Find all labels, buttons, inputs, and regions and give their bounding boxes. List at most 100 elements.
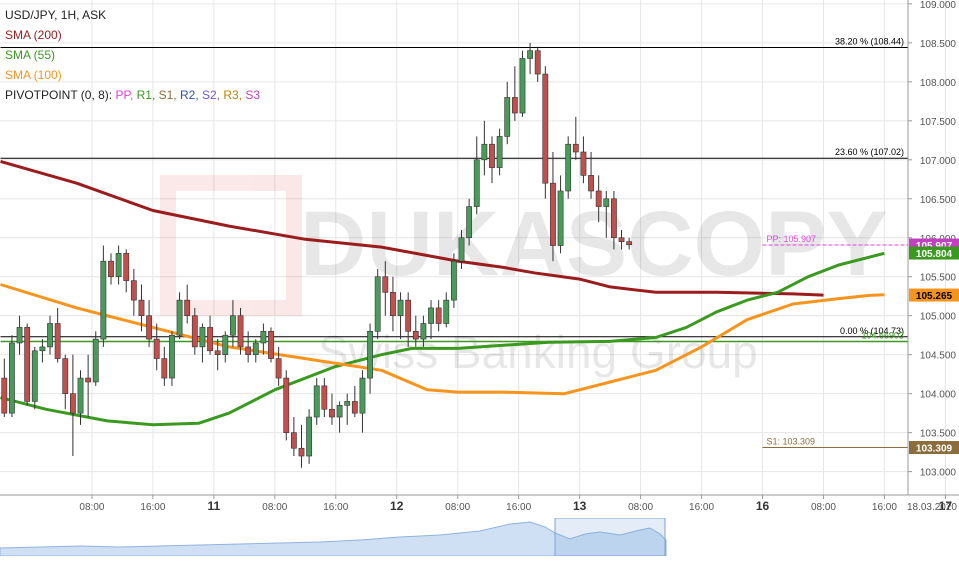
candle-body (69, 393, 76, 414)
candle (283, 370, 290, 441)
candle (268, 327, 274, 363)
candle-body (550, 182, 556, 246)
candle-body (359, 377, 366, 414)
candle-body (557, 190, 564, 246)
legend-sma55[interactable]: SMA (55) (5, 48, 55, 62)
candle-body (290, 432, 297, 449)
candle-body (412, 330, 419, 340)
y-tick-label: 105.000 (920, 312, 957, 323)
y-tick-label: 103.000 (920, 468, 957, 479)
candle-body (511, 97, 518, 114)
candle-body (9, 342, 15, 414)
x-tick-label: 18.03.2020 (907, 502, 957, 513)
legend-pivot-item: R2, (176, 88, 199, 102)
x-tick-label: 16:00 (140, 502, 165, 513)
candle-body (222, 334, 229, 355)
candle-body (473, 159, 480, 207)
candle (542, 66, 549, 199)
navigator-strip[interactable] (0, 518, 908, 556)
navigator-window[interactable] (554, 518, 666, 556)
candle-body (329, 408, 335, 418)
x-tick-label: 08:00 (445, 502, 470, 513)
price-tag: 105.804 (909, 246, 959, 260)
candle-body (108, 260, 114, 278)
candle-body (16, 327, 23, 344)
level-label: 38.20 % (108.44) (835, 37, 904, 47)
candle-body (504, 97, 511, 137)
candle-body (283, 377, 290, 433)
candle-body (298, 447, 305, 457)
candle-body (420, 323, 427, 340)
legend-pivot-item: S2, (198, 88, 221, 102)
candle-body (390, 292, 396, 317)
price-tags: 105.907105.804105.265103.309 (909, 238, 959, 455)
candle-body (527, 50, 533, 59)
y-tick-label: 109.000 (920, 0, 957, 11)
candle-body (161, 358, 168, 379)
legend-pivot-item: R3, (220, 88, 243, 102)
candle-body (458, 237, 465, 262)
x-tick-label: 16 (756, 499, 770, 513)
candle-body (367, 330, 373, 379)
y-tick-label: 107.500 (920, 117, 957, 128)
legend-pivot[interactable]: PIVOTPOINT (0, 8): PP, R1, S1, R2, S2, R… (5, 88, 260, 102)
candle (306, 409, 313, 464)
legend-pivot-item: S1, (155, 88, 177, 102)
candle-body (588, 175, 594, 192)
candle-body (565, 143, 572, 192)
legend-pivot-prefix: PIVOTPOINT (0, 8): (5, 88, 113, 102)
x-tick-label: 16:00 (323, 502, 348, 513)
candle-body (92, 338, 99, 383)
candle-body (245, 346, 252, 355)
candle-body (100, 260, 107, 340)
price-tag-label: 103.309 (916, 444, 953, 455)
candle-body (336, 405, 343, 418)
candle-body (153, 338, 160, 359)
candle-body (47, 323, 53, 348)
candle-body (313, 385, 320, 418)
y-tick-label: 108.000 (920, 78, 957, 89)
legend-pivot-item: S3 (242, 88, 261, 102)
chart-root: DUKASCOPY Swiss Banking Group 38.20 % (1… (0, 0, 959, 556)
legend-sma200[interactable]: SMA (200) (5, 28, 62, 42)
candle (31, 346, 38, 410)
candle-body (39, 346, 46, 352)
candle-body (62, 358, 69, 394)
candle-body (260, 330, 267, 344)
candle-body (572, 143, 579, 153)
candle-body (31, 350, 38, 402)
y-tick-label: 105.500 (920, 273, 957, 284)
candle-body (450, 260, 457, 301)
candle-body (77, 377, 84, 414)
price-tag: 103.309 (909, 441, 959, 455)
level-label: 104.66903 (861, 331, 904, 341)
candle-body (1, 377, 8, 414)
x-tick-label: 12 (390, 499, 404, 513)
candle-body (580, 151, 587, 176)
candle-body (351, 401, 358, 414)
candle-body (275, 358, 282, 379)
legend-sma100[interactable]: SMA (100) (5, 68, 62, 82)
level-label: PP: 105.907 (767, 234, 817, 244)
legend-pivot-items: PP, R1, S1, R2, S2, R3, S3 (115, 88, 260, 102)
candle-body (374, 276, 381, 332)
price-tag-label: 105.265 (916, 291, 953, 302)
candle-body (435, 307, 442, 324)
candle-body (618, 237, 625, 242)
candle-body (603, 198, 610, 207)
candle-body (237, 315, 244, 348)
candle-body (321, 385, 328, 410)
candle-body (130, 280, 137, 301)
candle-body (115, 253, 122, 278)
y-tick-label: 108.500 (920, 39, 957, 50)
candle-body (405, 299, 412, 332)
candle-body (595, 190, 602, 207)
chart-svg[interactable]: DUKASCOPY Swiss Banking Group 38.20 % (1… (0, 0, 959, 556)
x-tick-label: 16:00 (506, 502, 531, 513)
x-tick-label: 11 (208, 499, 221, 513)
level-label: 23.60 % (107.02) (835, 147, 904, 157)
candle-body (146, 315, 152, 340)
y-tick-label: 104.000 (920, 390, 957, 401)
candle-body (626, 241, 633, 246)
candle-body (489, 143, 495, 168)
